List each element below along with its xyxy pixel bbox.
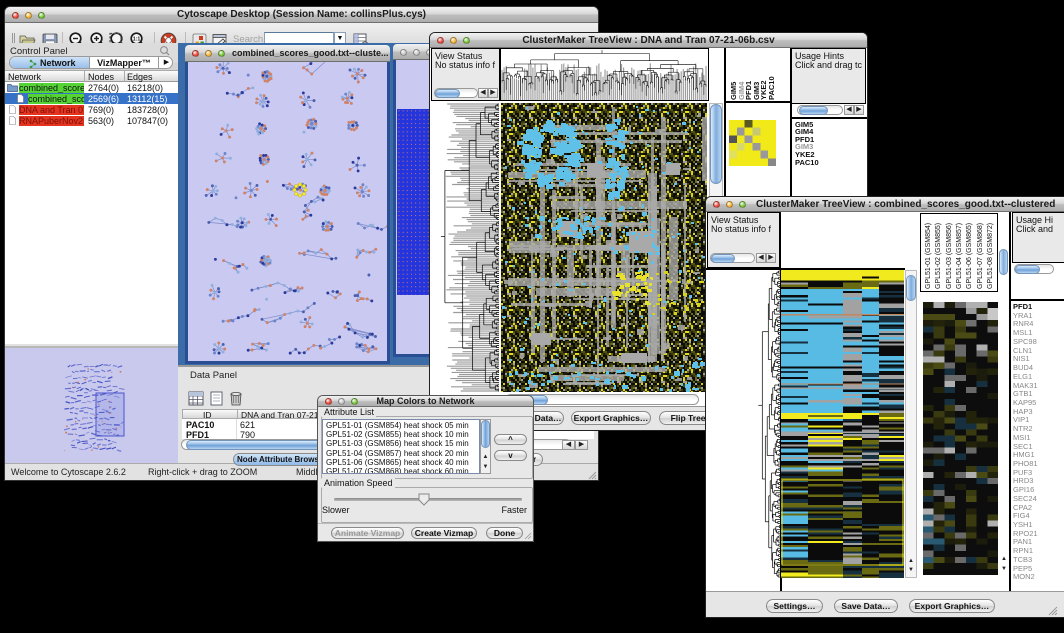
svg-text:1:1: 1:1	[133, 37, 141, 43]
